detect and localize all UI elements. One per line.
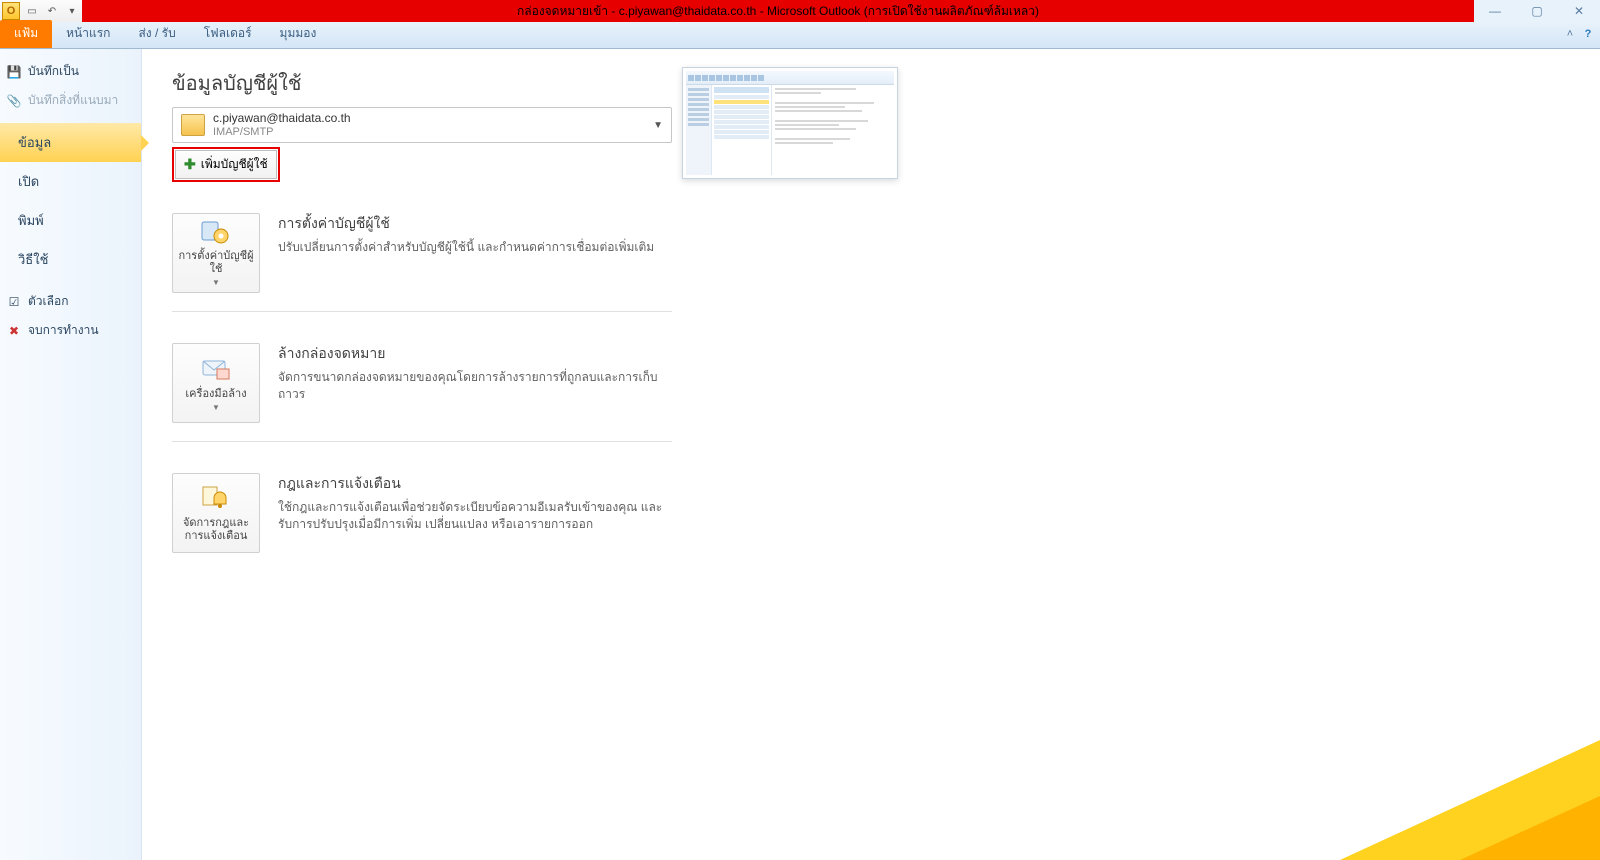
plus-icon: ✚: [184, 156, 196, 173]
tab-send-receive[interactable]: ส่ง / รับ: [124, 20, 189, 48]
sidebar-save-attachments: 📎 บันทึกสิ่งที่แนบมา: [0, 86, 141, 115]
sidebar-item-label: บันทึกสิ่งที่แนบมา: [28, 91, 118, 110]
section-title: ล้างกล่องจดหมาย: [278, 343, 672, 365]
attachment-icon: 📎: [6, 93, 22, 109]
options-icon: ☑: [6, 294, 22, 310]
qat-button[interactable]: ▭: [22, 0, 42, 22]
dropdown-arrow-icon: ▼: [212, 278, 220, 288]
sidebar-item-label: ข้อมูล: [18, 132, 51, 153]
sidebar-print[interactable]: พิมพ์: [0, 201, 141, 240]
maximize-button[interactable]: ▢: [1516, 0, 1558, 22]
sidebar-item-label: บันทึกเป็น: [28, 62, 79, 81]
sidebar-help[interactable]: วิธีใช้: [0, 240, 141, 279]
undo-icon[interactable]: ↶: [42, 0, 62, 22]
button-label: เครื่องมือล้าง: [185, 388, 246, 401]
window-title: กล่องจดหมายเข้า - c.piyawan@thaidata.co.…: [517, 2, 1039, 21]
sidebar-save-as[interactable]: 💾 บันทึกเป็น: [0, 57, 141, 86]
save-icon: 💾: [6, 64, 22, 80]
dropdown-arrow-icon: ▼: [212, 403, 220, 413]
tab-home[interactable]: หน้าแรก: [52, 20, 124, 48]
corner-decoration-inner: [1460, 796, 1600, 860]
add-account-highlight: ✚ เพิ่มบัญชีผู้ใช้: [172, 147, 280, 182]
account-settings-button[interactable]: การตั้งค่าบัญชีผู้ใช้ ▼: [172, 213, 260, 293]
sidebar-exit[interactable]: ✖ จบการทำงาน: [0, 316, 141, 345]
title-banner: กล่องจดหมายเข้า - c.piyawan@thaidata.co.…: [82, 0, 1474, 22]
folder-icon: [181, 114, 205, 136]
sidebar-item-label: วิธีใช้: [18, 249, 48, 270]
ribbon-tabs: แฟ้ม หน้าแรก ส่ง / รับ โฟลเดอร์ มุมมอง ˄…: [0, 22, 1600, 49]
minimize-ribbon-icon[interactable]: ˄: [1562, 26, 1578, 42]
account-settings-icon: [199, 218, 233, 246]
page-title: ข้อมูลบัญชีผู้ใช้: [172, 67, 672, 99]
sidebar-info[interactable]: ข้อมูล: [0, 123, 141, 162]
preview-pane: [682, 67, 898, 860]
sidebar-open[interactable]: เปิด: [0, 162, 141, 201]
section-desc: ใช้กฎและการแจ้งเตือนเพื่อช่วยจัดระเบียบข…: [278, 499, 672, 534]
add-account-label: เพิ่มบัญชีผู้ใช้: [201, 155, 268, 174]
tab-view[interactable]: มุมมอง: [266, 20, 331, 48]
sidebar-options[interactable]: ☑ ตัวเลือก: [0, 287, 141, 316]
account-email: c.piyawan@thaidata.co.th: [213, 112, 351, 125]
cleanup-icon: [199, 354, 233, 384]
tab-folder[interactable]: โฟลเดอร์: [190, 20, 266, 48]
title-bar: O ▭ ↶ ▾ กล่องจดหมายเข้า - c.piyawan@thai…: [0, 0, 1600, 22]
quick-access-toolbar: O ▭ ↶ ▾: [0, 0, 82, 22]
backstage-view: 💾 บันทึกเป็น 📎 บันทึกสิ่งที่แนบมา ข้อมูล…: [0, 49, 1600, 860]
section-desc: ปรับเปลี่ยนการตั้งค่าสำหรับบัญชีผู้ใช้นี…: [278, 239, 672, 256]
help-icon[interactable]: ?: [1580, 26, 1596, 42]
outlook-logo-icon: O: [2, 2, 20, 20]
section-desc: จัดการขนาดกล่องจดหมายของคุณโดยการล้างราย…: [278, 369, 672, 404]
sidebar-item-label: เปิด: [18, 171, 39, 192]
window-controls: — ▢ ✕: [1474, 0, 1600, 22]
cleanup-tools-button[interactable]: เครื่องมือล้าง ▼: [172, 343, 260, 423]
qat-dropdown-icon[interactable]: ▾: [62, 0, 82, 22]
account-protocol: IMAP/SMTP: [213, 126, 351, 138]
button-label: การตั้งค่าบัญชีผู้ใช้: [177, 250, 255, 276]
add-account-button[interactable]: ✚ เพิ่มบัญชีผู้ใช้: [175, 150, 277, 179]
sidebar-item-label: ตัวเลือก: [28, 292, 68, 311]
chevron-down-icon[interactable]: ▼: [653, 120, 663, 131]
minimize-button[interactable]: —: [1474, 0, 1516, 22]
backstage-content: ข้อมูลบัญชีผู้ใช้ c.piyawan@thaidata.co.…: [142, 49, 1600, 860]
rules-alerts-button[interactable]: จัดการกฎและการแจ้งเตือน: [172, 473, 260, 553]
rules-icon: [199, 483, 233, 513]
section-title: กฎและการแจ้งเตือน: [278, 473, 672, 495]
section-title: การตั้งค่าบัญชีผู้ใช้: [278, 213, 672, 235]
mailbox-thumbnail: [682, 67, 898, 179]
close-button[interactable]: ✕: [1558, 0, 1600, 22]
tab-file[interactable]: แฟ้ม: [0, 20, 52, 48]
backstage-sidebar: 💾 บันทึกเป็น 📎 บันทึกสิ่งที่แนบมา ข้อมูล…: [0, 49, 142, 860]
account-selector[interactable]: c.piyawan@thaidata.co.th IMAP/SMTP ▼: [172, 107, 672, 143]
button-label: จัดการกฎและการแจ้งเตือน: [177, 517, 255, 543]
sidebar-item-label: พิมพ์: [18, 210, 44, 231]
exit-icon: ✖: [6, 323, 22, 339]
sidebar-item-label: จบการทำงาน: [28, 321, 99, 340]
